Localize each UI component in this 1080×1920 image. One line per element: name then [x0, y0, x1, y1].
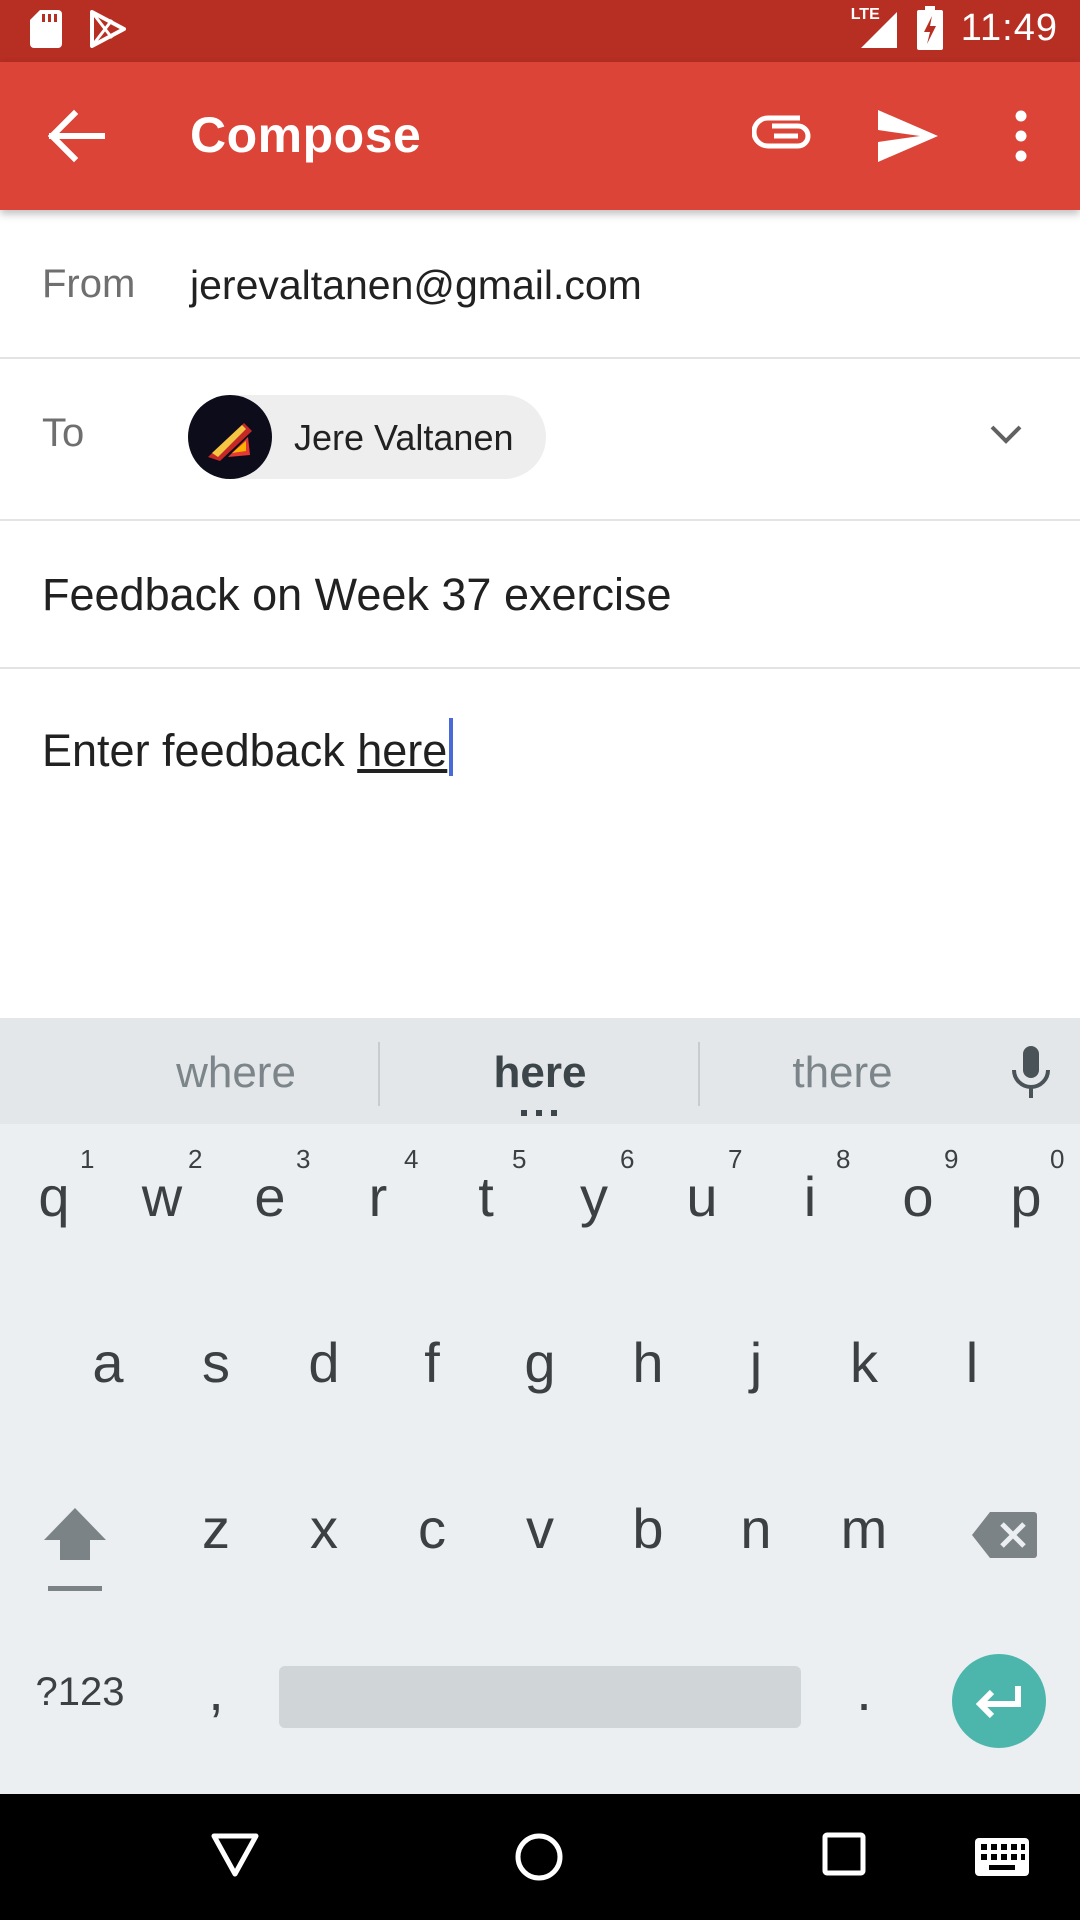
suggestion-divider — [378, 1042, 380, 1106]
key-hint-0: 0 — [1050, 1144, 1065, 1174]
suggestion-right[interactable]: there — [730, 1048, 955, 1098]
attach-icon[interactable] — [752, 108, 816, 164]
key-m[interactable]: m — [824, 1496, 904, 1561]
to-row[interactable]: To Jere Valtanen — [0, 359, 1080, 521]
suggestion-strip: where here there — [0, 1018, 1080, 1124]
key-hint-6: 6 — [620, 1144, 635, 1174]
shift-icon[interactable] — [42, 1506, 108, 1596]
avatar — [188, 395, 272, 479]
key-a[interactable]: a — [68, 1330, 148, 1395]
key-b[interactable]: b — [608, 1496, 688, 1561]
key-hint-8: 8 — [836, 1144, 851, 1174]
comma-key[interactable]: , — [176, 1658, 256, 1723]
from-label: From — [42, 262, 136, 306]
key-v[interactable]: v — [500, 1496, 580, 1561]
recents-square-icon[interactable] — [822, 1832, 866, 1876]
chevron-down-icon[interactable] — [986, 415, 1026, 455]
recipient-chip[interactable]: Jere Valtanen — [188, 395, 546, 479]
to-label: To — [42, 411, 85, 455]
text-cursor — [449, 718, 454, 776]
key-hint-7: 7 — [728, 1144, 743, 1174]
body-text: Enter feedback — [42, 725, 358, 776]
key-x[interactable]: x — [284, 1496, 364, 1561]
key-hint-5: 5 — [512, 1144, 527, 1174]
more-vert-icon[interactable] — [1006, 106, 1036, 166]
key-hint-3: 3 — [296, 1144, 311, 1174]
suggestion-left[interactable]: where — [130, 1048, 342, 1098]
key-j[interactable]: j — [716, 1330, 796, 1395]
status-bar: LTE 11:49 — [0, 0, 1080, 62]
from-row[interactable]: From jerevaltanen@gmail.com — [0, 210, 1080, 359]
backspace-icon[interactable] — [972, 1510, 1038, 1560]
app-bar: Compose — [0, 62, 1080, 210]
key-f[interactable]: f — [392, 1330, 472, 1395]
send-icon[interactable] — [876, 106, 940, 166]
enter-button[interactable] — [952, 1654, 1046, 1748]
enter-arrow-icon — [975, 1686, 1021, 1719]
body-composing-word: here — [357, 725, 448, 776]
space-bar[interactable] — [279, 1666, 801, 1728]
clock: 11:49 — [960, 6, 1058, 49]
key-g[interactable]: g — [500, 1330, 580, 1395]
subject-field[interactable]: Feedback on Week 37 exercise — [42, 569, 672, 621]
subject-row[interactable]: Feedback on Week 37 exercise — [0, 521, 1080, 669]
sd-card-icon — [30, 10, 62, 48]
battery-charging-icon — [916, 6, 943, 50]
signal-icon: LTE — [851, 6, 899, 50]
suggestion-center[interactable]: here — [430, 1048, 650, 1098]
recipient-name: Jere Valtanen — [294, 417, 514, 458]
key-l[interactable]: l — [932, 1330, 1012, 1395]
key-n[interactable]: n — [716, 1496, 796, 1561]
key-h[interactable]: h — [608, 1330, 688, 1395]
key-hint-1: 1 — [80, 1144, 95, 1174]
period-key[interactable]: . — [824, 1658, 904, 1723]
body-field[interactable]: Enter feedback here — [42, 718, 454, 777]
play-store-icon — [90, 10, 126, 48]
key-hint-2: 2 — [188, 1144, 203, 1174]
key-s[interactable]: s — [176, 1330, 256, 1395]
key-hint-4: 4 — [404, 1144, 419, 1174]
page-title: Compose — [190, 107, 422, 163]
symbols-key[interactable]: ?123 — [24, 1670, 136, 1715]
microphone-icon[interactable] — [1010, 1046, 1052, 1100]
key-k[interactable]: k — [824, 1330, 904, 1395]
keyboard-switch-icon[interactable] — [975, 1838, 1029, 1876]
back-triangle-icon[interactable] — [210, 1832, 260, 1878]
suggestion-divider — [698, 1042, 700, 1106]
key-c[interactable]: c — [392, 1496, 472, 1561]
soft-keyboard: where here there q w e r t y u i o p 1 2… — [0, 1018, 1080, 1794]
more-suggestions-icon[interactable] — [521, 1110, 557, 1116]
key-hint-9: 9 — [944, 1144, 959, 1174]
back-arrow-icon[interactable] — [40, 106, 110, 166]
navigation-bar — [0, 1794, 1080, 1920]
home-circle-icon[interactable] — [514, 1832, 564, 1882]
from-account[interactable]: jerevaltanen@gmail.com — [190, 262, 642, 309]
key-z[interactable]: z — [176, 1496, 256, 1561]
key-d[interactable]: d — [284, 1330, 364, 1395]
